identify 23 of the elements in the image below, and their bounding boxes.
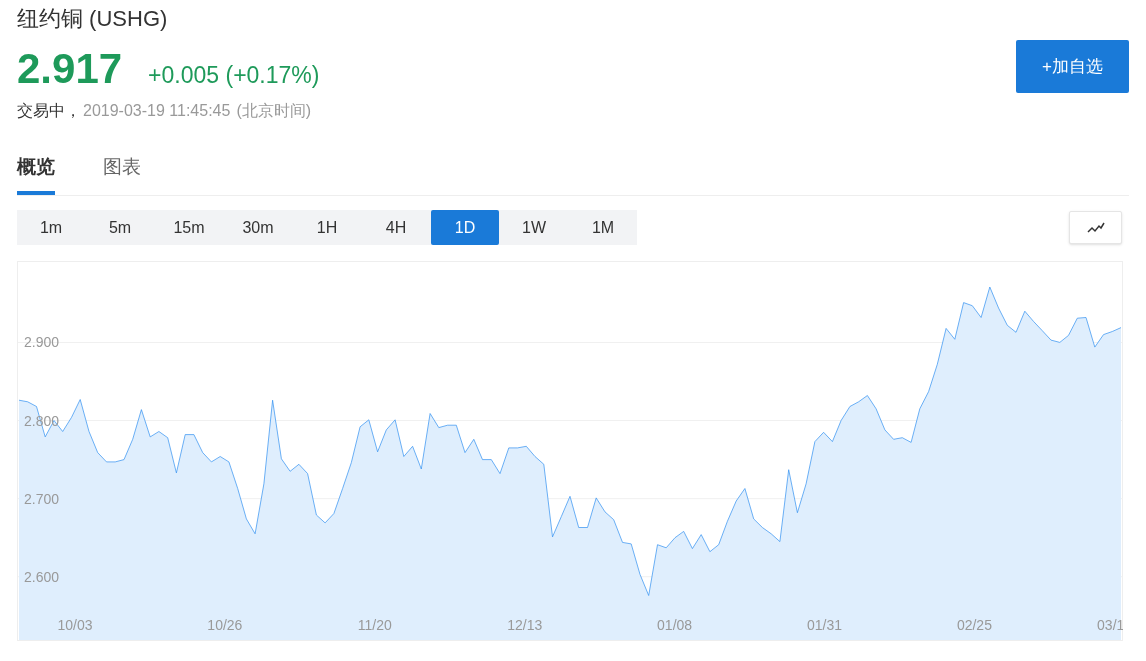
tab[interactable]: 图表 bbox=[103, 152, 141, 195]
instrument-title: 纽约铜 (USHG) bbox=[17, 5, 169, 33]
line-chart-icon bbox=[1086, 221, 1105, 234]
y-axis-label: 2.700 bbox=[24, 490, 60, 507]
x-axis-label: 01/08 bbox=[657, 617, 693, 633]
x-axis-label: 10/26 bbox=[207, 617, 243, 633]
trading-status: 交易中， bbox=[17, 100, 81, 121]
timezone: (北京时间) bbox=[236, 100, 312, 121]
price-change: +0.005 (+0.17%) bbox=[148, 61, 320, 90]
y-axis-label: 2.600 bbox=[24, 568, 60, 585]
x-axis-label: 10/03 bbox=[57, 617, 93, 633]
timestamp: 2019-03-19 11:45:45 bbox=[83, 100, 231, 121]
period-tab[interactable]: 1D bbox=[431, 210, 499, 245]
x-axis-label: 11/20 bbox=[357, 617, 392, 633]
chart-type-button[interactable] bbox=[1069, 211, 1122, 244]
y-axis-label: 2.900 bbox=[24, 334, 60, 351]
x-axis-label: 03/1 bbox=[1097, 617, 1123, 633]
x-axis-label: 01/31 bbox=[807, 617, 843, 633]
x-axis-label: 02/25 bbox=[956, 617, 992, 633]
add-to-watchlist-button[interactable]: +加自选 bbox=[1016, 40, 1129, 93]
tab[interactable]: 概览 bbox=[17, 152, 55, 195]
price: 2.917 bbox=[17, 46, 123, 92]
x-axis-label: 12/13 bbox=[507, 617, 543, 633]
